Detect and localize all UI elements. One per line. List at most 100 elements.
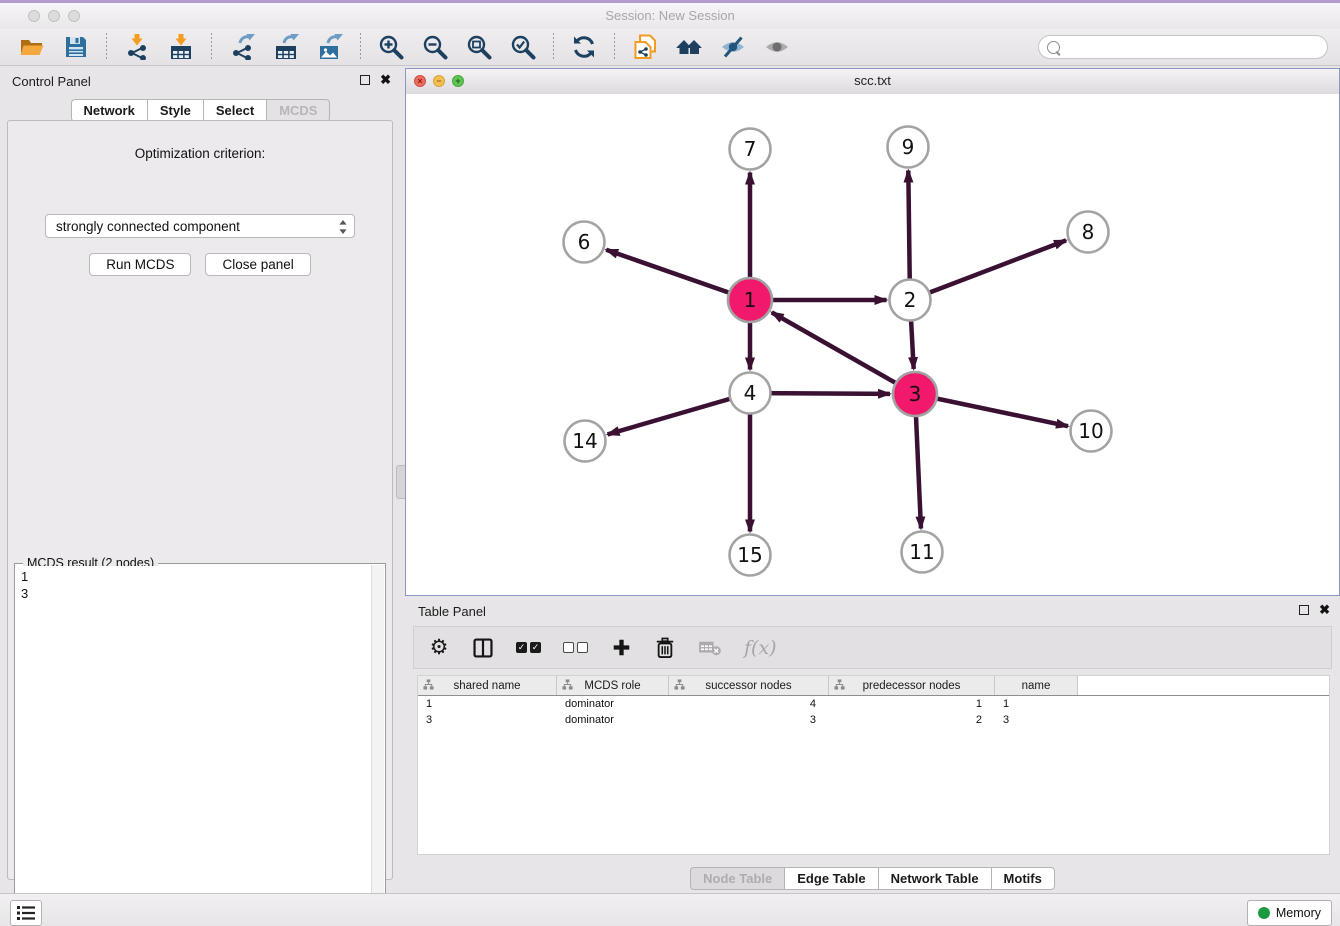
table-cell[interactable]: 3 — [995, 712, 1078, 728]
zoom-out-icon[interactable] — [420, 33, 450, 61]
graph-node-label-11: 11 — [909, 540, 934, 564]
zoom-in-icon[interactable] — [376, 33, 406, 61]
table-cell[interactable]: 1 — [829, 696, 995, 712]
table-header-row: shared nameMCDS rolesuccessor nodesprede… — [418, 676, 1329, 696]
column-header-successor-nodes[interactable]: successor nodes — [669, 676, 829, 695]
optimization-criterion-label: Optimization criterion: — [8, 146, 392, 161]
float-panel-icon[interactable] — [360, 75, 370, 85]
toolbar-separator — [614, 33, 615, 61]
show-all-icon[interactable] — [762, 33, 792, 61]
criterion-select-value: strongly connected component — [56, 219, 240, 234]
deselect-all-icon[interactable] — [563, 642, 588, 653]
mcds-result-box: MCDS result (2 nodes) 1 3 — [14, 563, 386, 926]
edge-4-14[interactable] — [608, 393, 750, 434]
graph-node-label-9: 9 — [902, 135, 915, 159]
control-panel-title: Control Panel — [12, 74, 91, 89]
table-cell[interactable]: 2 — [829, 712, 995, 728]
memory-button-label: Memory — [1276, 906, 1321, 920]
network-canvas-svg: 7968124314101511 — [406, 94, 1337, 594]
table-cell[interactable]: 4 — [669, 696, 829, 712]
tab-style[interactable]: Style — [147, 99, 203, 122]
table-row[interactable]: 1dominator411 — [418, 696, 1329, 712]
table-cell[interactable]: 3 — [418, 712, 557, 728]
graph-node-label-4: 4 — [744, 381, 757, 405]
zoom-selected-icon[interactable] — [508, 33, 538, 61]
column-header-MCDS-role[interactable]: MCDS role — [557, 676, 669, 695]
table-cell[interactable]: dominator — [557, 696, 669, 712]
chevron-updown-icon — [338, 219, 348, 238]
tab-node-table[interactable]: Node Table — [690, 867, 784, 890]
toolbar-separator — [360, 33, 361, 61]
hide-selected-icon[interactable] — [718, 33, 748, 61]
network-window-titlebar[interactable]: × − + scc.txt — [406, 69, 1339, 95]
criterion-select[interactable]: strongly connected component — [45, 214, 355, 238]
status-bar: Memory — [0, 893, 1340, 926]
select-all-icon[interactable]: ✓✓ — [516, 642, 541, 653]
search-input[interactable] — [1066, 39, 1327, 56]
close-table-panel-icon[interactable]: ✖ — [1319, 605, 1330, 615]
import-network-icon[interactable] — [122, 33, 152, 61]
delete-table-icon — [698, 639, 722, 657]
column-header-name[interactable]: name — [995, 676, 1078, 695]
network-window-title: scc.txt — [406, 73, 1339, 88]
tab-edge-table[interactable]: Edge Table — [784, 867, 877, 890]
result-scrollbar[interactable] — [371, 565, 384, 926]
edge-3-1[interactable] — [772, 312, 915, 394]
table-cell[interactable]: dominator — [557, 712, 669, 728]
zoom-fit-icon[interactable] — [464, 33, 494, 61]
function-icon: f(x) — [744, 637, 777, 659]
column-header-predecessor-nodes[interactable]: predecessor nodes — [829, 676, 995, 695]
columns-icon[interactable] — [472, 637, 494, 659]
control-panel-tabs: NetworkStyleSelectMCDS — [0, 99, 401, 122]
show-panel-list-button[interactable] — [10, 900, 42, 926]
network-view-window: × − + scc.txt 7968124314101511 — [405, 68, 1340, 596]
export-network-icon[interactable] — [227, 33, 257, 61]
export-image-icon[interactable] — [315, 33, 345, 61]
import-table-icon[interactable] — [166, 33, 196, 61]
float-table-panel-icon[interactable] — [1299, 605, 1309, 615]
memory-status-icon — [1258, 907, 1270, 919]
toolbar-separator — [211, 33, 212, 61]
graph-node-label-10: 10 — [1078, 419, 1103, 443]
edge-3-10[interactable] — [915, 394, 1068, 426]
graph-node-label-2: 2 — [904, 288, 917, 312]
tab-select[interactable]: Select — [203, 99, 266, 122]
tab-motifs[interactable]: Motifs — [991, 867, 1055, 890]
home-icon[interactable] — [674, 33, 704, 61]
edge-2-8[interactable] — [910, 240, 1066, 300]
trash-icon[interactable] — [654, 637, 676, 659]
table-cell[interactable]: 1 — [995, 696, 1078, 712]
node-table: shared nameMCDS rolesuccessor nodesprede… — [417, 675, 1330, 855]
tab-network[interactable]: Network — [71, 99, 147, 122]
graph-node-label-15: 15 — [737, 543, 762, 567]
title-bar: Session: New Session — [0, 3, 1340, 30]
toolbar-separator — [106, 33, 107, 61]
gear-icon[interactable]: ⚙ — [428, 637, 450, 659]
save-session-icon[interactable] — [61, 33, 91, 61]
search-field[interactable] — [1038, 35, 1328, 59]
close-panel-button[interactable]: Close panel — [205, 253, 310, 276]
table-tabs: Node TableEdge TableNetwork TableMotifs — [405, 863, 1340, 893]
export-table-icon[interactable] — [271, 33, 301, 61]
table-cell[interactable]: 1 — [418, 696, 557, 712]
mcds-tab-content: Optimization criterion: strongly connect… — [7, 120, 393, 880]
table-toolbar: ⚙ ✓✓ f(x) — [413, 626, 1332, 669]
add-icon[interactable] — [610, 638, 632, 657]
open-session-icon[interactable] — [17, 33, 47, 61]
memory-button[interactable]: Memory — [1247, 900, 1332, 926]
clone-network-view-icon[interactable] — [630, 33, 660, 61]
graph-node-label-6: 6 — [578, 230, 591, 254]
mcds-result-text[interactable]: 1 3 — [17, 566, 371, 926]
run-mcds-button[interactable]: Run MCDS — [89, 253, 191, 276]
list-icon — [16, 905, 36, 921]
table-panel: Table Panel ✖ ⚙✓✓f(x) shared nameMCDS ro… — [405, 600, 1340, 893]
column-header-shared-name[interactable]: shared name — [418, 676, 557, 695]
refresh-icon[interactable] — [569, 33, 599, 61]
table-cell[interactable]: 3 — [669, 712, 829, 728]
table-row[interactable]: 3dominator323 — [418, 712, 1329, 728]
close-panel-icon[interactable]: ✖ — [380, 75, 391, 85]
network-canvas[interactable]: 7968124314101511 — [406, 94, 1339, 595]
tab-mcds[interactable]: MCDS — [266, 99, 330, 122]
toolbar-separator — [553, 33, 554, 61]
tab-network-table[interactable]: Network Table — [878, 867, 991, 890]
